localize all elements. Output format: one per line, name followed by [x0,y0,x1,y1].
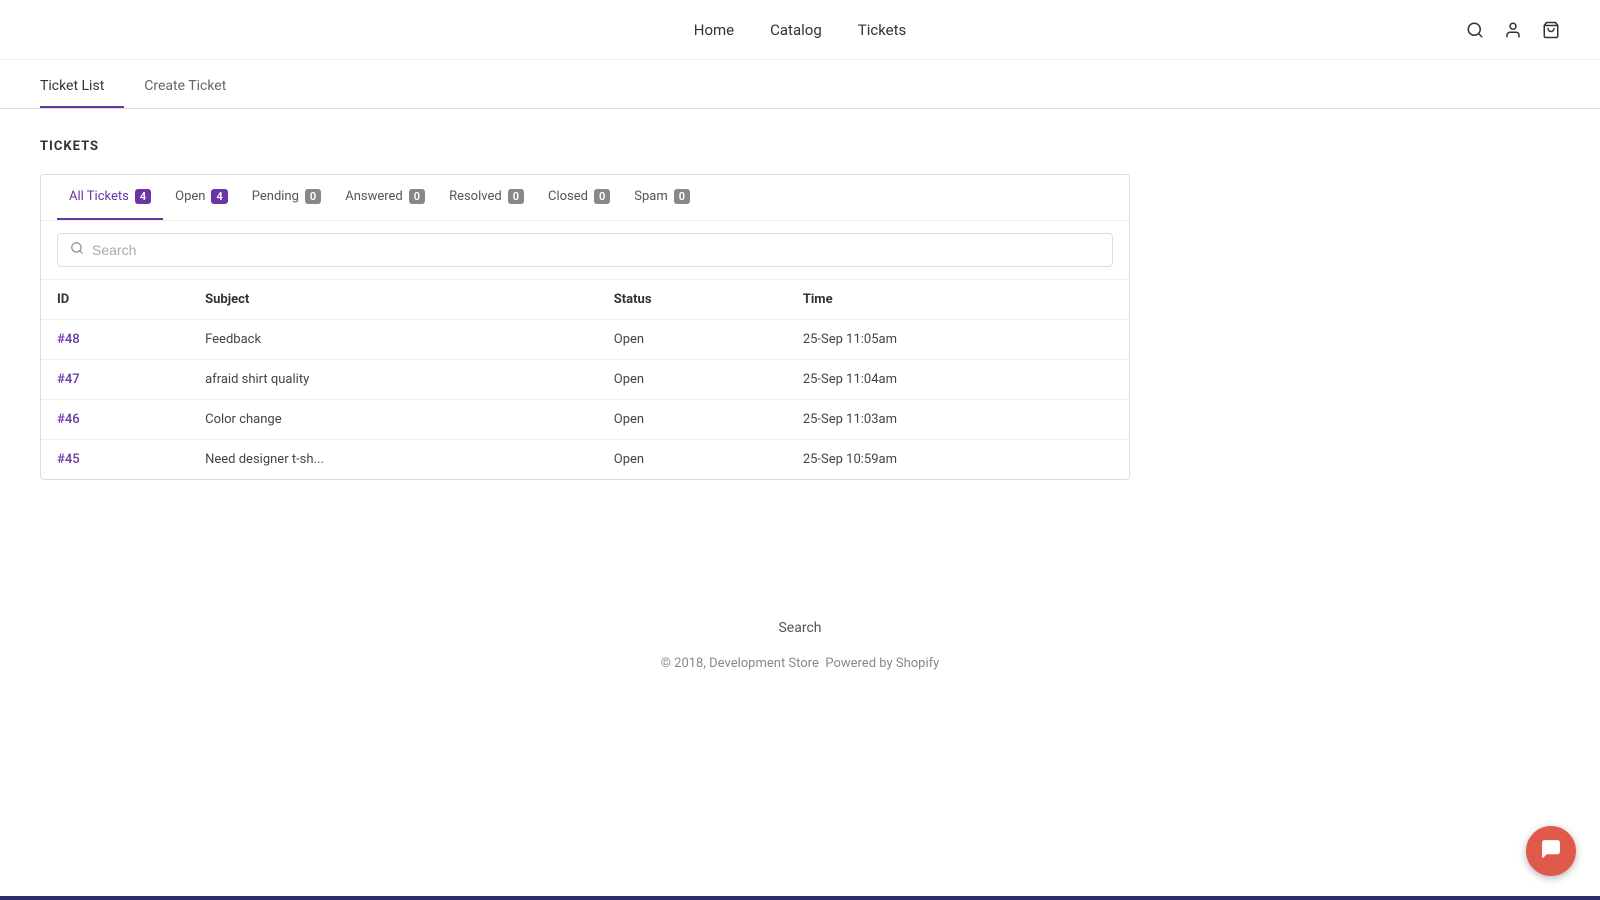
main-nav: Home Catalog Tickets [694,21,907,39]
section-title: TICKETS [40,139,1560,154]
ticket-id-link[interactable]: #45 [57,452,80,467]
cell-subject: Need designer t-sh... [189,440,598,480]
cell-time: 25-Sep 11:03am [787,400,1129,440]
table-header: ID Subject Status Time [41,280,1129,320]
filter-tab-closed[interactable]: Closed 0 [536,175,622,220]
cell-id: #46 [41,400,189,440]
col-id: ID [41,280,189,320]
main-content: TICKETS All Tickets 4 Open 4 Pending 0 A… [0,109,1600,510]
cell-status: Open [598,320,787,360]
filter-tab-open-label: Open [175,189,205,204]
search-input[interactable] [92,242,1100,258]
filter-tab-all-badge: 4 [135,189,151,204]
cart-icon[interactable] [1542,21,1560,39]
tab-create-ticket[interactable]: Create Ticket [144,64,246,108]
filter-tab-pending[interactable]: Pending 0 [240,175,333,220]
filter-tab-open[interactable]: Open 4 [163,175,240,220]
filter-tab-closed-label: Closed [548,189,588,204]
ticket-id-link[interactable]: #48 [57,332,80,347]
filter-tab-open-badge: 4 [211,189,227,204]
cell-time: 25-Sep 11:05am [787,320,1129,360]
filter-tab-answered-label: Answered [345,189,403,204]
footer: Search © 2018, Development Store Powered… [0,590,1600,691]
cell-id: #47 [41,360,189,400]
filter-tab-spam-label: Spam [634,189,668,204]
search-icon[interactable] [1466,21,1484,39]
filter-tab-all-label: All Tickets [69,189,129,204]
table-row[interactable]: #45 Need designer t-sh... Open 25-Sep 10… [41,440,1129,480]
table-body: #48 Feedback Open 25-Sep 11:05am #47 afr… [41,320,1129,480]
footer-search-link[interactable]: Search [0,620,1600,636]
cell-id: #45 [41,440,189,480]
filter-tab-closed-badge: 0 [594,189,610,204]
footer-copyright: © 2018, Development Store Powered by Sho… [0,656,1600,671]
cell-subject: Feedback [189,320,598,360]
page-tabs: Ticket List Create Ticket [0,64,1600,109]
filter-tab-pending-label: Pending [252,189,299,204]
nav-home[interactable]: Home [694,21,734,39]
filter-tab-spam-badge: 0 [674,189,690,204]
nav-tickets[interactable]: Tickets [858,21,907,39]
header: Home Catalog Tickets [0,0,1600,60]
table-row[interactable]: #48 Feedback Open 25-Sep 11:05am [41,320,1129,360]
search-icon [70,241,84,259]
cell-id: #48 [41,320,189,360]
filter-tab-all[interactable]: All Tickets 4 [57,175,163,220]
header-right [906,21,1560,39]
filter-tab-spam[interactable]: Spam 0 [622,175,702,220]
search-container [41,221,1129,280]
ticket-id-link[interactable]: #47 [57,372,80,387]
filter-tab-answered-badge: 0 [409,189,425,204]
filter-tab-resolved-label: Resolved [449,189,502,204]
col-status: Status [598,280,787,320]
ticket-id-link[interactable]: #46 [57,412,80,427]
cell-status: Open [598,440,787,480]
filter-tab-answered[interactable]: Answered 0 [333,175,437,220]
cell-time: 25-Sep 11:04am [787,360,1129,400]
table-row[interactable]: #47 afraid shirt quality Open 25-Sep 11:… [41,360,1129,400]
cell-status: Open [598,360,787,400]
cell-subject: Color change [189,400,598,440]
filter-tab-pending-badge: 0 [305,189,321,204]
cell-time: 25-Sep 10:59am [787,440,1129,480]
col-time: Time [787,280,1129,320]
chat-icon [1540,838,1562,865]
search-input-wrapper [57,233,1113,267]
user-icon[interactable] [1504,21,1522,39]
chat-button[interactable] [1526,826,1576,876]
cell-subject: afraid shirt quality [189,360,598,400]
tickets-table: ID Subject Status Time #48 Feedback Open… [41,280,1129,479]
footer-bottom-bar [0,896,1600,900]
filter-tab-resolved-badge: 0 [508,189,524,204]
cell-status: Open [598,400,787,440]
ticket-container: All Tickets 4 Open 4 Pending 0 Answered … [40,174,1130,480]
table-row[interactable]: #46 Color change Open 25-Sep 11:03am [41,400,1129,440]
filter-tab-resolved[interactable]: Resolved 0 [437,175,536,220]
tab-ticket-list[interactable]: Ticket List [40,64,124,108]
nav-catalog[interactable]: Catalog [770,21,822,39]
col-subject: Subject [189,280,598,320]
filter-tabs: All Tickets 4 Open 4 Pending 0 Answered … [41,175,1129,221]
